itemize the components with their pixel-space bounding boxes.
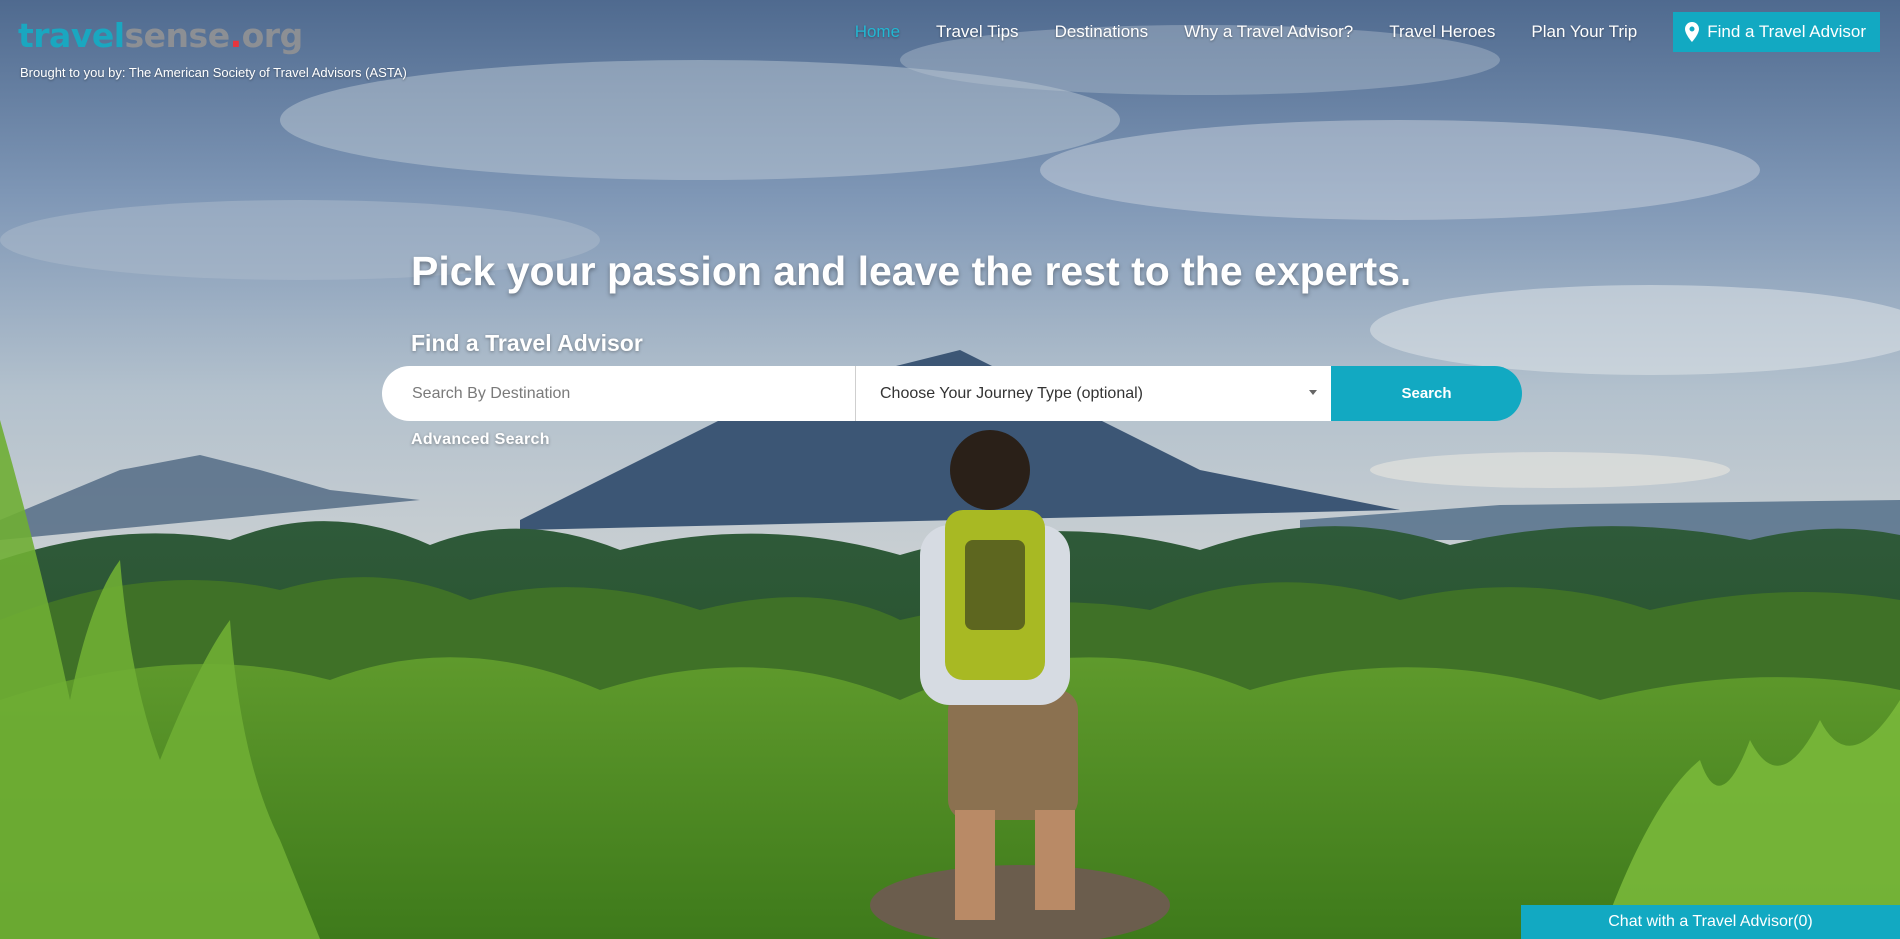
dropdown-caret-icon (1309, 390, 1317, 395)
nav-item-home[interactable]: Home (855, 22, 900, 42)
hero-background-image (0, 0, 1900, 939)
nav-item-plan-your-trip[interactable]: Plan Your Trip (1531, 22, 1637, 42)
logo-text-travel: travel (18, 16, 125, 55)
nav-item-travel-tips[interactable]: Travel Tips (936, 22, 1019, 42)
nav-item-why-travel-advisor[interactable]: Why a Travel Advisor? (1184, 22, 1353, 42)
advisor-search-bar: Choose Your Journey Type (optional) Sear… (382, 366, 1522, 421)
logo-text-sense: sense (124, 16, 231, 55)
brand-tagline: Brought to you by: The American Society … (20, 65, 407, 80)
nav-item-destinations[interactable]: Destinations (1055, 22, 1149, 42)
journey-type-selected-value: Choose Your Journey Type (optional) (880, 384, 1143, 402)
hero-headline: Pick your passion and leave the rest to … (411, 248, 1412, 294)
journey-type-select[interactable]: Choose Your Journey Type (optional) (856, 366, 1331, 421)
main-nav: Home Travel Tips Destinations Why a Trav… (855, 12, 1880, 52)
find-travel-advisor-label: Find a Travel Advisor (1707, 22, 1866, 41)
site-logo[interactable]: travelsense.org (18, 14, 303, 58)
hero-subhead: Find a Travel Advisor (411, 330, 643, 356)
destination-search-input[interactable] (382, 366, 856, 421)
chat-with-advisor-button[interactable]: Chat with a Travel Advisor(0) (1521, 905, 1900, 939)
find-travel-advisor-button[interactable]: Find a Travel Advisor (1673, 12, 1880, 52)
logo-text-org: org (241, 16, 304, 55)
search-button[interactable]: Search (1331, 366, 1522, 421)
nav-item-travel-heroes[interactable]: Travel Heroes (1389, 22, 1495, 42)
map-pin-icon (1685, 22, 1700, 42)
logo-dot: . (229, 16, 243, 55)
advanced-search-link[interactable]: Advanced Search (411, 431, 550, 449)
